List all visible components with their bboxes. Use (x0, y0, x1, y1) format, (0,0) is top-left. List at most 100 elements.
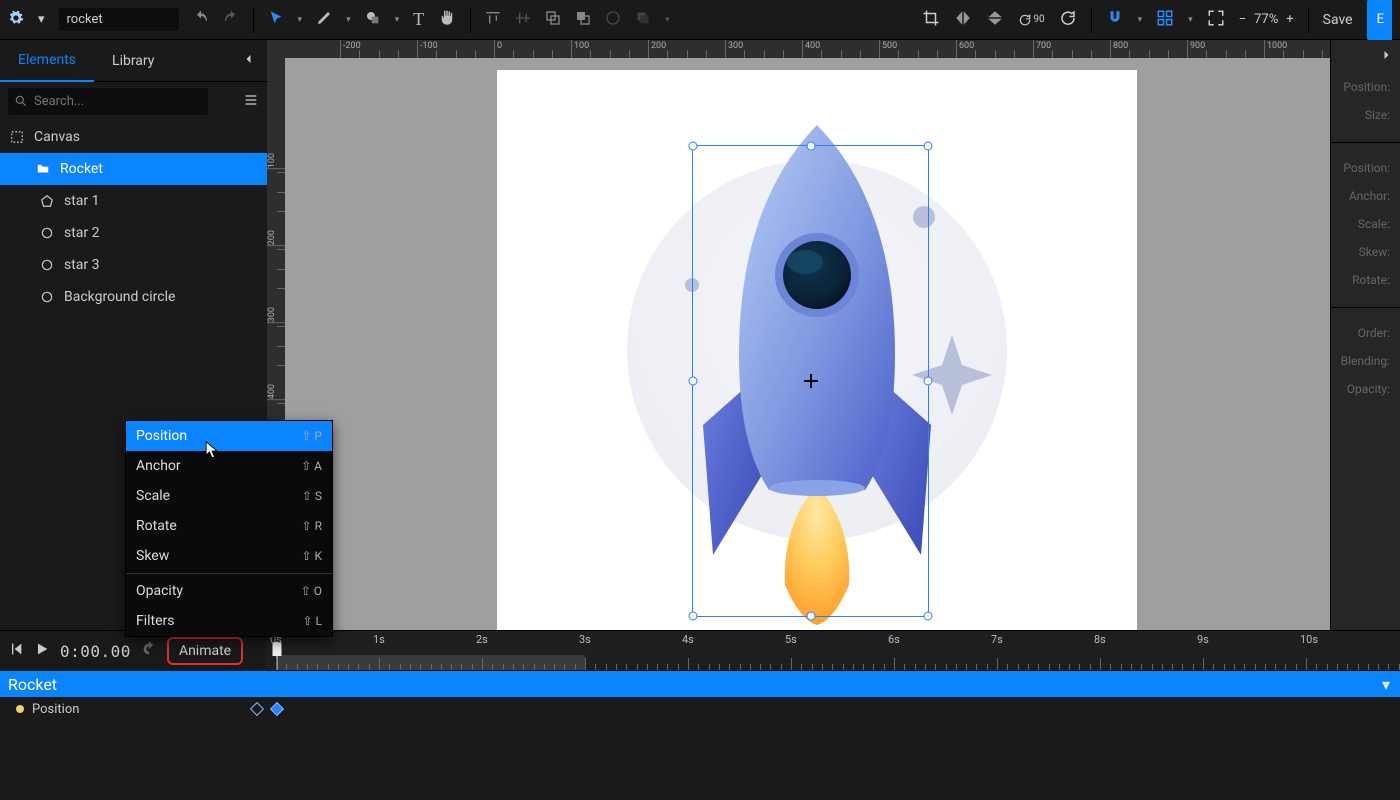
layers-search-input[interactable] (8, 88, 208, 115)
left-tabs: Elements Library (0, 40, 267, 82)
ctx-position[interactable]: Position ⇧ P (126, 421, 332, 451)
resize-handle-e[interactable] (924, 377, 933, 386)
loop-icon[interactable] (141, 641, 157, 661)
track-property-label: Position (32, 702, 79, 717)
chevron-down-icon[interactable]: ▾ (38, 12, 45, 27)
right-size-label: Size: (1365, 108, 1390, 122)
pen-tool-icon[interactable] (316, 10, 332, 30)
zoom-in-icon[interactable]: + (1286, 12, 1293, 27)
canvas-workspace[interactable]: -200-10001002003004005006007008009001000… (267, 40, 1330, 630)
ctx-shortcut: ⇧ L (303, 614, 323, 628)
animate-context-menu: Position ⇧ P Anchor ⇧ A Scale ⇧ S Rotate… (125, 420, 333, 637)
ctx-label: Anchor (136, 458, 181, 474)
canvas-page[interactable] (497, 70, 1137, 630)
save-button[interactable]: Save (1323, 12, 1353, 28)
more-caret-icon[interactable]: ▾ (346, 15, 351, 25)
ctx-label: Opacity (136, 583, 183, 599)
layer-star3[interactable]: star 3 (0, 249, 267, 281)
right-skew-label: Skew: (1359, 245, 1390, 259)
stack-icon[interactable] (635, 10, 651, 30)
ctx-filters[interactable]: Filters ⇧ L (126, 606, 332, 636)
more-caret-icon[interactable]: ▾ (395, 15, 400, 25)
resize-handle-n[interactable] (806, 142, 815, 151)
select-tool-icon[interactable] (268, 9, 284, 31)
export-button[interactable]: E (1367, 0, 1392, 40)
app-gear-icon[interactable] (8, 10, 24, 30)
layer-star2[interactable]: star 2 (0, 217, 267, 249)
ctx-shortcut: ⇧ O (301, 584, 322, 598)
flip-h-icon[interactable] (954, 9, 972, 31)
ctx-label: Skew (136, 548, 169, 564)
boolean-union-icon[interactable] (545, 10, 561, 30)
hand-tool-icon[interactable] (438, 9, 456, 31)
rotate-90-icon[interactable]: 90 (1018, 13, 1044, 27)
resize-handle-sw[interactable] (689, 612, 698, 621)
zoom-out-icon[interactable]: − (1239, 12, 1246, 27)
shape-tool-icon[interactable] (365, 10, 381, 30)
ctx-label: Filters (136, 613, 175, 629)
resize-handle-w[interactable] (689, 377, 698, 386)
tab-library[interactable]: Library (94, 53, 172, 69)
project-name-input[interactable] (59, 8, 179, 31)
animate-button[interactable]: Animate (167, 637, 243, 665)
circle-icon (40, 226, 54, 240)
play-icon[interactable] (34, 641, 50, 661)
right-panel: Position: Size: Position: Anchor: Scale:… (1330, 40, 1400, 630)
layer-bg-circle[interactable]: Background circle (0, 281, 267, 313)
ctx-opacity[interactable]: Opacity ⇧ O (126, 576, 332, 606)
go-to-start-icon[interactable] (8, 641, 24, 661)
layer-rocket[interactable]: Rocket (0, 153, 267, 185)
zoom-control[interactable]: − 77% + (1239, 12, 1294, 27)
timeline-tracks: Rocket ▾ Position (0, 671, 1400, 800)
anchor-point-icon[interactable] (804, 374, 818, 388)
layer-star1[interactable]: star 1 (0, 185, 267, 217)
ctx-scale[interactable]: Scale ⇧ S (126, 481, 332, 511)
ctx-label: Position (136, 428, 187, 444)
layers-list: Canvas Rocket star 1 star 2 star 3 Backg… (0, 121, 267, 313)
text-tool-icon[interactable]: T (413, 9, 424, 30)
resize-handle-nw[interactable] (689, 142, 698, 151)
keyframe-icon[interactable] (270, 702, 284, 716)
more-caret-icon[interactable]: ▾ (298, 15, 303, 25)
timeline-panel: 0:00.00 Animate 0s1s2s3s4s5s6s7s8s9s10s … (0, 630, 1400, 800)
align-middle-icon[interactable] (515, 10, 531, 30)
resize-handle-ne[interactable] (924, 142, 933, 151)
layer-label: star 3 (64, 257, 100, 273)
boolean-subtract-icon[interactable] (575, 10, 591, 30)
chevron-down-icon[interactable]: ▾ (1382, 675, 1390, 694)
top-toolbar: ▾ ▾ ▾ ▾ T ▾ 90 ▾ ▾ − 77% + Save E (0, 0, 1400, 40)
resize-handle-se[interactable] (924, 612, 933, 621)
crop-icon[interactable] (922, 9, 940, 31)
mask-icon[interactable] (605, 10, 621, 30)
fullscreen-icon[interactable] (1207, 9, 1225, 31)
ctx-rotate[interactable]: Rotate ⇧ R (126, 511, 332, 541)
grid-icon[interactable] (1156, 9, 1174, 31)
more-caret-icon[interactable]: ▾ (665, 15, 670, 25)
rotate-icon[interactable] (1059, 9, 1077, 31)
ctx-label: Rotate (136, 518, 177, 534)
redo-icon[interactable] (223, 10, 239, 30)
ctx-shortcut: ⇧ K (301, 549, 322, 563)
more-caret-icon[interactable]: ▾ (1138, 15, 1143, 25)
list-icon[interactable] (243, 92, 259, 112)
ctx-anchor[interactable]: Anchor ⇧ A (126, 451, 332, 481)
more-caret-icon[interactable]: ▾ (1188, 15, 1193, 25)
ctx-skew[interactable]: Skew ⇧ K (126, 541, 332, 571)
ruler-horizontal: -200-10001002003004005006007008009001000 (285, 40, 1330, 58)
magnet-icon[interactable] (1106, 9, 1124, 31)
timeline-ruler[interactable]: 0s1s2s3s4s5s6s7s8s9s10s (266, 631, 1400, 671)
align-top-icon[interactable] (485, 10, 501, 30)
undo-icon[interactable] (193, 10, 209, 30)
expand-right-icon[interactable] (1331, 40, 1400, 62)
right-scale-label: Scale: (1358, 217, 1390, 231)
flip-v-icon[interactable] (986, 9, 1004, 31)
folder-icon (36, 162, 50, 176)
right-position2-label: Position: (1343, 161, 1390, 175)
collapse-left-icon[interactable] (243, 52, 267, 70)
selection-box[interactable] (692, 145, 929, 617)
layer-canvas[interactable]: Canvas (0, 121, 267, 153)
tab-elements[interactable]: Elements (0, 40, 94, 82)
track-object-rocket[interactable]: Rocket ▾ (0, 671, 1400, 697)
keyframe-lane[interactable] (266, 697, 1400, 721)
resize-handle-s[interactable] (806, 612, 815, 621)
